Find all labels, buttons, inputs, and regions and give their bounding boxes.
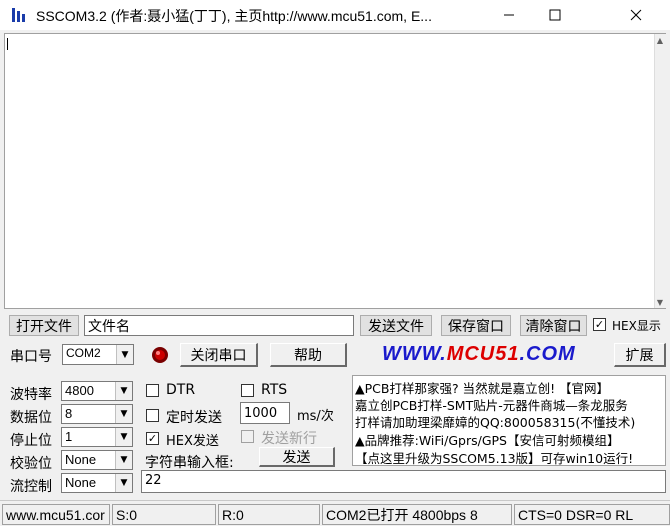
status-sent-count: S:0: [112, 504, 216, 525]
databits-select-value: 8: [65, 406, 73, 421]
flow-select[interactable]: None ▼: [61, 473, 133, 493]
hex-send-checkbox[interactable]: ✓: [146, 432, 159, 445]
expand-button[interactable]: 扩展: [614, 343, 666, 367]
port-select-value: COM2: [66, 346, 101, 360]
close-icon: [630, 9, 642, 21]
logo-mcu51: MCU51: [446, 343, 520, 365]
send-button[interactable]: 发送: [259, 447, 335, 467]
help-button[interactable]: 帮助: [270, 343, 347, 367]
dtr-checkbox[interactable]: [146, 384, 159, 397]
dropdown-arrow-icon[interactable]: ▼: [115, 405, 132, 423]
ad-line[interactable]: ▲品牌推荐:WiFi/Gprs/GPS【安信可射频模组】: [355, 430, 620, 449]
rts-label: RTS: [261, 382, 288, 398]
ad-panel[interactable]: ▲PCB打样那家强? 当然就是嘉立创! 【官网】 嘉立创PCB打样-SMT贴片-…: [352, 375, 666, 466]
baud-label: 波特率: [10, 387, 52, 403]
databits-label: 数据位: [10, 410, 52, 426]
minimize-button[interactable]: [486, 0, 532, 30]
baud-select[interactable]: 4800 ▼: [61, 381, 133, 401]
interval-input[interactable]: 1000: [240, 402, 290, 424]
logo-com: .COM: [519, 343, 576, 365]
close-button[interactable]: [612, 0, 660, 30]
clear-window-button[interactable]: 清除窗口: [520, 315, 587, 336]
timed-send-label: 定时发送: [166, 410, 222, 426]
stopbits-select-value: 1: [65, 429, 73, 444]
hex-send-label: HEX发送: [166, 434, 219, 449]
stopbits-select[interactable]: 1 ▼: [61, 427, 133, 447]
port-label: 串口号: [10, 349, 52, 365]
status-port-info: COM2已打开 4800bps 8: [322, 504, 512, 525]
rts-checkbox[interactable]: [241, 384, 254, 397]
dtr-label: DTR: [166, 382, 196, 398]
app-icon: [12, 8, 25, 22]
port-status-led-icon: [152, 347, 168, 363]
status-line-signals: CTS=0 DSR=0 RL: [514, 504, 670, 525]
parity-select-value: None: [65, 452, 97, 467]
timed-send-checkbox[interactable]: [146, 409, 159, 422]
open-file-button[interactable]: 打开文件: [9, 315, 79, 336]
baud-select-value: 4800: [65, 383, 94, 398]
logo-www: WWW.: [382, 343, 447, 365]
window-title: SSCOM3.2 (作者:聂小猛(丁丁), 主页http://www.mcu51…: [36, 8, 432, 24]
send-newline-label: 发送新行: [261, 431, 317, 447]
string-input-label: 字符串输入框:: [145, 455, 234, 471]
dropdown-arrow-icon[interactable]: ▼: [115, 474, 132, 492]
databits-select[interactable]: 8 ▼: [61, 404, 133, 424]
flow-label: 流控制: [10, 479, 52, 495]
parity-label: 校验位: [10, 456, 52, 472]
scroll-down-arrow-icon[interactable]: ▼: [655, 298, 665, 308]
ad-line[interactable]: 【点这里升级为SSCOM5.13版】可存win10运行!: [355, 448, 633, 465]
hex-display-checkbox[interactable]: ✓: [593, 318, 606, 331]
maximize-icon: [549, 9, 561, 21]
close-port-button[interactable]: 关闭串口: [180, 343, 258, 367]
filename-input[interactable]: 文件名: [84, 315, 354, 336]
dropdown-arrow-icon[interactable]: ▼: [116, 345, 133, 364]
ad-line[interactable]: 打样请加助理梁靡嫜的QQ:800058315(不懂技术): [355, 412, 635, 431]
receive-textarea[interactable]: [4, 33, 666, 309]
interval-unit-label: ms/次: [297, 409, 334, 424]
dropdown-arrow-icon[interactable]: ▼: [115, 451, 132, 469]
stopbits-label: 停止位: [10, 433, 52, 449]
maximize-button[interactable]: [532, 0, 578, 30]
dropdown-arrow-icon[interactable]: ▼: [115, 382, 132, 400]
website-logo[interactable]: WWW.MCU51.COM: [382, 343, 576, 366]
dropdown-arrow-icon[interactable]: ▼: [115, 428, 132, 446]
hex-display-label: HEX显示: [612, 319, 661, 333]
parity-select[interactable]: None ▼: [61, 450, 133, 470]
status-received-count: R:0: [218, 504, 320, 525]
vertical-scrollbar[interactable]: [654, 34, 666, 308]
minimize-icon: [504, 14, 514, 16]
scroll-up-arrow-icon[interactable]: ▲: [655, 36, 665, 46]
send-text-input[interactable]: 22: [141, 470, 666, 493]
port-select[interactable]: COM2 ▼: [62, 344, 134, 365]
status-bar: www.mcu51.cor S:0 R:0 COM2已打开 4800bps 8 …: [0, 500, 670, 526]
save-window-button[interactable]: 保存窗口: [441, 315, 511, 336]
send-newline-checkbox[interactable]: [241, 430, 254, 443]
send-file-button[interactable]: 发送文件: [360, 315, 432, 336]
text-caret: [7, 38, 8, 50]
flow-select-value: None: [65, 475, 97, 490]
status-website[interactable]: www.mcu51.cor: [2, 504, 110, 525]
